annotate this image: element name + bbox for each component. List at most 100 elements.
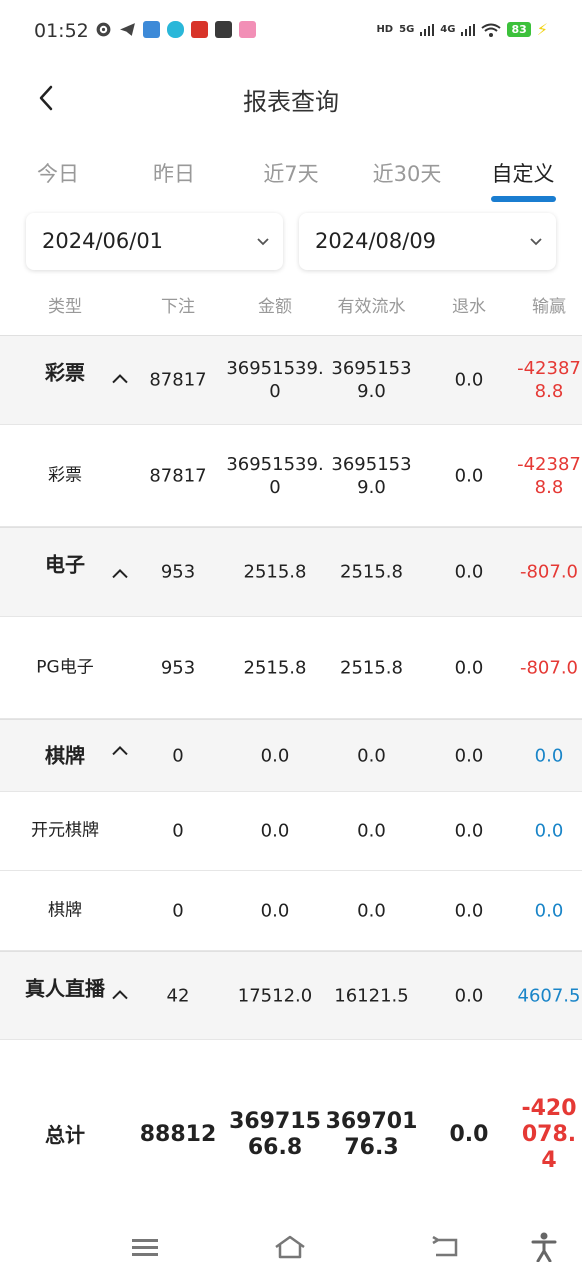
row-type: 棋牌	[48, 900, 82, 920]
column-header-bets: 下注	[161, 297, 195, 317]
row-amount: 36951539.0	[226, 453, 324, 498]
tab-30-days[interactable]: 近30天	[362, 158, 452, 188]
row-rebate: 0.0	[454, 900, 484, 921]
column-header-winloss: 输赢	[532, 297, 566, 317]
row-bets: 87817	[149, 369, 207, 391]
row-winloss: -807.0	[519, 561, 579, 583]
table-row: 棋牌 0 0.0 0.0 0.0 0.0	[0, 871, 582, 951]
return-icon	[432, 1236, 458, 1257]
row-valid: 36951539.0	[331, 453, 412, 498]
battery-indicator: 83	[507, 22, 531, 37]
row-winloss: 0.0	[534, 745, 564, 766]
row-bets: 87817	[149, 465, 207, 486]
start-date-value: 2024/06/01	[42, 229, 164, 253]
menu-icon	[132, 1239, 158, 1256]
status-bar: 01:52 HD 5G 4G 83 ⚡	[0, 0, 582, 62]
row-bets: 953	[160, 561, 196, 583]
row-rebate: 0.0	[454, 745, 484, 766]
total-winloss: -420078.4	[521, 1096, 577, 1173]
end-date-value: 2024/08/09	[315, 229, 437, 253]
total-label: 总计	[45, 1123, 85, 1147]
row-bets: 0	[172, 820, 184, 842]
row-valid: 0.0	[357, 745, 386, 766]
row-rebate: 0.0	[454, 985, 484, 1006]
date-tabs: 今日 昨日 近7天 近30天 自定义	[0, 158, 582, 208]
chevron-up-icon[interactable]	[110, 566, 130, 580]
system-icons: HD 5G 4G 83 ⚡	[376, 20, 548, 39]
signal-bars-icon	[420, 23, 435, 36]
table-row-group[interactable]: 彩票 87817 36951539.0 36951539.0 0.0 -4238…	[0, 335, 582, 425]
signal-5g: 5G	[399, 24, 415, 35]
app-icon-dark	[215, 21, 232, 38]
tab-7-days[interactable]: 近7天	[246, 158, 336, 188]
tab-today[interactable]: 今日	[13, 158, 103, 188]
row-bets: 42	[166, 985, 190, 1006]
chevron-down-icon	[257, 238, 269, 246]
app-icon-cyan	[167, 21, 184, 38]
row-winloss: -423878.8	[517, 453, 581, 498]
row-winloss: 0.0	[534, 900, 564, 921]
table-row: 彩票 87817 36951539.0 36951539.0 0.0 -4238…	[0, 425, 582, 527]
chevron-up-icon[interactable]	[110, 372, 130, 386]
wifi-icon	[481, 23, 502, 37]
tab-yesterday[interactable]: 昨日	[129, 158, 219, 188]
home-icon	[275, 1235, 305, 1259]
column-header-valid: 有效流水	[337, 297, 406, 317]
row-amount: 0.0	[260, 745, 290, 766]
active-tab-indicator	[491, 196, 556, 202]
end-date-picker[interactable]: 2024/08/09	[299, 213, 556, 270]
row-winloss: -807.0	[519, 657, 579, 678]
total-bets: 88812	[139, 1122, 217, 1147]
row-rebate: 0.0	[454, 465, 484, 486]
tab-custom[interactable]: 自定义	[478, 158, 568, 188]
table-row-group[interactable]: 电子 953 2515.8 2515.8 0.0 -807.0	[0, 527, 582, 617]
row-type: PG电子	[36, 657, 94, 677]
system-nav-bar	[0, 1215, 582, 1280]
accessibility-icon	[531, 1232, 557, 1262]
menu-button[interactable]	[125, 1227, 165, 1267]
app-icon-pink	[239, 21, 256, 38]
row-rebate: 0.0	[454, 561, 484, 583]
app-icon-blue	[143, 21, 160, 38]
chevron-up-icon[interactable]	[110, 743, 130, 757]
row-bets: 0	[172, 900, 184, 921]
row-winloss: 4607.5	[517, 985, 581, 1006]
page-title: 报表查询	[243, 88, 339, 116]
home-button[interactable]	[270, 1227, 310, 1267]
row-valid: 0.0	[357, 900, 386, 921]
gear-icon	[96, 22, 111, 37]
table-row-group[interactable]: 真人直播 42 17512.0 16121.5 0.0 4607.5	[0, 951, 582, 1040]
table-row: PG电子 953 2515.8 2515.8 0.0 -807.0	[0, 617, 582, 719]
charging-icon: ⚡	[536, 20, 548, 39]
table-header: 类型 下注 金额 有效流水 退水 输赢	[0, 284, 582, 322]
hd-indicator: HD	[376, 24, 394, 35]
table-row-group[interactable]: 棋牌 0 0.0 0.0 0.0 0.0	[0, 719, 582, 792]
column-header-type: 类型	[48, 297, 82, 317]
row-valid: 0.0	[357, 820, 386, 842]
total-valid: 36970176.3	[325, 1109, 418, 1160]
back-nav-button[interactable]	[424, 1227, 464, 1267]
row-rebate: 0.0	[454, 369, 484, 391]
row-amount: 0.0	[260, 900, 290, 921]
telegram-icon	[120, 23, 135, 36]
app-header: 报表查询	[0, 62, 582, 134]
accessibility-button[interactable]	[524, 1227, 564, 1267]
row-rebate: 0.0	[454, 820, 484, 842]
table-total-row: 总计 88812 36971566.8 36970176.3 0.0 -4200…	[0, 1040, 582, 1230]
status-time: 01:52	[34, 20, 89, 42]
row-winloss: -423878.8	[517, 358, 581, 402]
row-amount: 17512.0	[237, 985, 313, 1006]
chevron-down-icon	[530, 238, 542, 246]
signal-4g: 4G	[440, 24, 456, 35]
row-winloss: 0.0	[534, 820, 564, 842]
start-date-picker[interactable]: 2024/06/01	[26, 213, 283, 270]
column-header-amount: 金额	[258, 297, 292, 317]
row-amount: 0.0	[260, 820, 290, 842]
signal-bars-icon	[461, 23, 476, 36]
row-type: 彩票	[48, 465, 82, 485]
chevron-up-icon[interactable]	[110, 987, 130, 1001]
app-icon-red	[191, 21, 208, 38]
row-bets: 953	[160, 657, 196, 678]
row-type: 开元棋牌	[31, 820, 99, 841]
total-rebate: 0.0	[449, 1122, 489, 1147]
